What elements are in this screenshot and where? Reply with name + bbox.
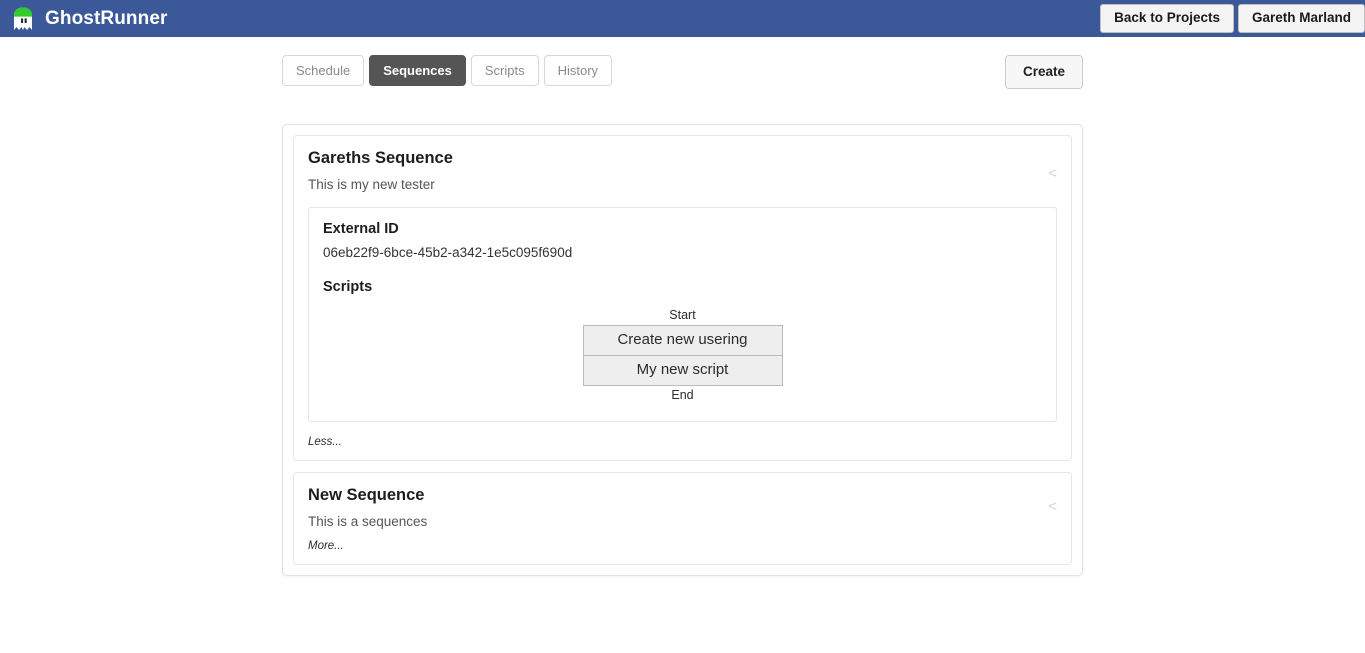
brand[interactable]: GhostRunner	[10, 6, 168, 32]
sequence-description: This is my new tester	[308, 177, 1057, 193]
back-to-projects-button[interactable]: Back to Projects	[1100, 4, 1234, 33]
tab-sequences[interactable]: Sequences	[369, 55, 466, 86]
tab-history[interactable]: History	[544, 55, 612, 86]
script-step[interactable]: My new script	[583, 356, 783, 386]
sequence-card-collapsed: New Sequence This is a sequences < More.…	[293, 472, 1072, 565]
flow-end-label: End	[671, 386, 693, 405]
tab-schedule[interactable]: Schedule	[282, 55, 364, 86]
sequence-title: New Sequence	[308, 486, 1057, 506]
create-button[interactable]: Create	[1005, 55, 1083, 89]
scripts-label: Scripts	[323, 279, 1042, 296]
more-link[interactable]: More...	[308, 540, 344, 554]
user-menu-button[interactable]: Gareth Marland	[1238, 4, 1365, 33]
ghost-icon	[10, 6, 36, 32]
toolbar: Schedule Sequences Scripts History Creat…	[282, 55, 1083, 89]
sequence-details: External ID 06eb22f9-6bce-45b2-a342-1e5c…	[308, 207, 1057, 422]
script-flow: Start Create new usering My new script E…	[323, 306, 1042, 405]
top-navbar: GhostRunner Back to Projects Gareth Marl…	[0, 0, 1365, 37]
sequence-description: This is a sequences	[308, 514, 1057, 530]
navbar-actions: Back to Projects Gareth Marland	[1100, 4, 1365, 33]
sequence-card-expanded: Gareths Sequence This is my new tester <…	[293, 135, 1072, 461]
brand-name: GhostRunner	[45, 9, 168, 28]
less-link[interactable]: Less...	[308, 436, 342, 450]
chevron-left-icon[interactable]: <	[1048, 499, 1057, 514]
tab-scripts[interactable]: Scripts	[471, 55, 539, 86]
chevron-left-icon[interactable]: <	[1048, 166, 1057, 181]
sequences-panel: Gareths Sequence This is my new tester <…	[282, 124, 1083, 576]
external-id-label: External ID	[323, 221, 1042, 238]
sequence-title: Gareths Sequence	[308, 149, 1057, 169]
external-id-value: 06eb22f9-6bce-45b2-a342-1e5c095f690d	[323, 245, 1042, 261]
tab-bar: Schedule Sequences Scripts History	[282, 55, 612, 86]
flow-start-label: Start	[669, 306, 695, 325]
script-step[interactable]: Create new usering	[583, 325, 783, 356]
